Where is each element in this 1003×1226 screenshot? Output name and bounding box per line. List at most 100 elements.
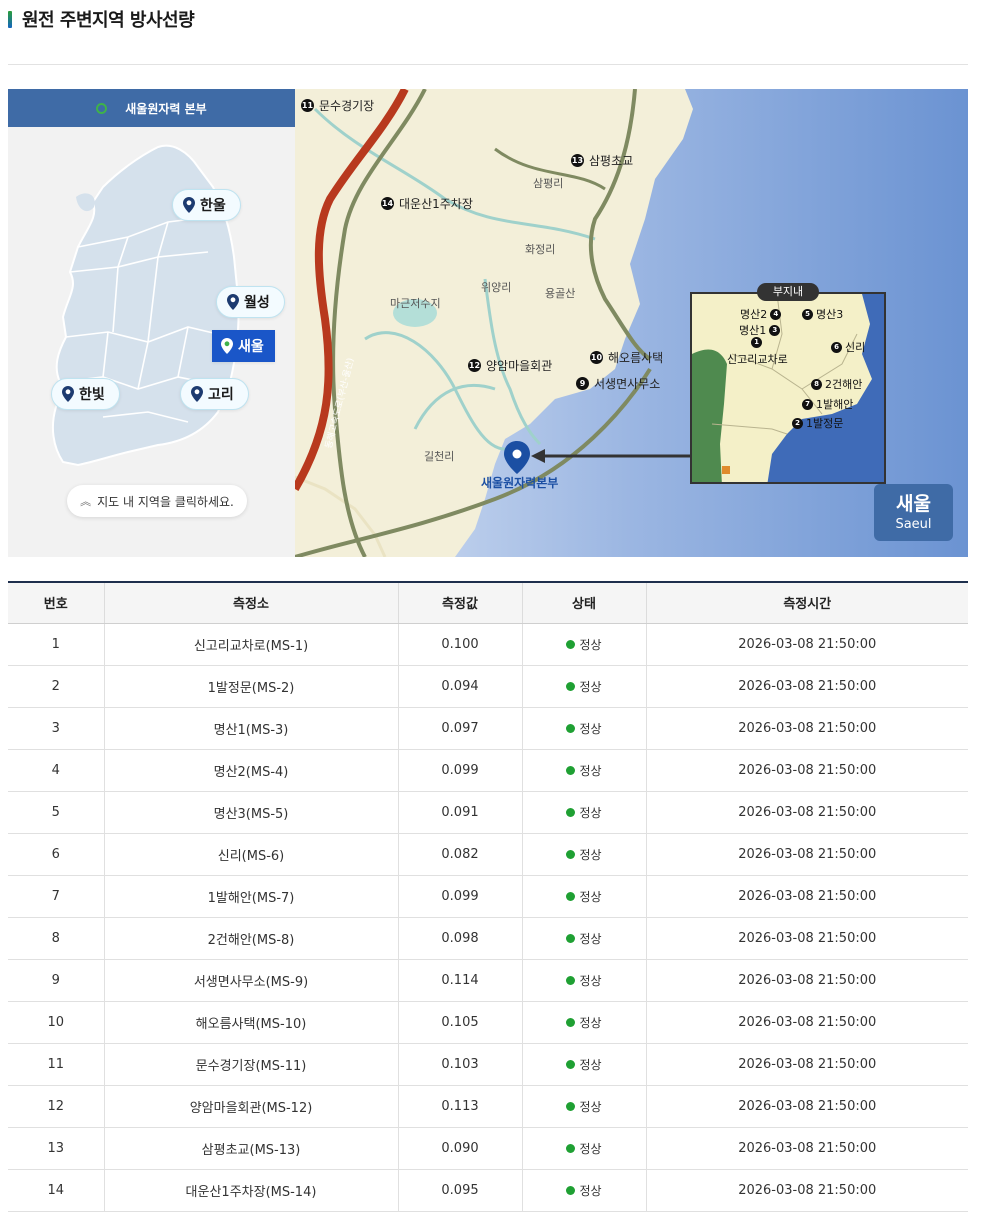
cell-status: 정상	[521, 665, 646, 708]
status-text: 정상	[579, 973, 602, 988]
cell-no: 4	[8, 749, 104, 792]
cell-value: 0.095	[397, 1169, 522, 1212]
table-row: 14 대운산1주차장(MS-14) 0.095 정상 2026-03-08 21:50:…	[8, 1169, 968, 1212]
status-dot-icon	[566, 639, 576, 649]
inset-title: 부지내	[757, 283, 819, 301]
cell-station: 2건해안(MS-8)	[103, 917, 398, 960]
cell-no: 7	[8, 875, 104, 918]
cell-value: 0.082	[397, 833, 522, 876]
status-badge: 정상	[566, 888, 602, 905]
cell-status: 정상	[521, 1127, 646, 1170]
cell-value: 0.098	[397, 917, 522, 960]
table-row: 4 명산2(MS-4) 0.099 정상 2026-03-08 21:50:00	[8, 749, 968, 792]
site-hanul-button[interactable]: 한울	[172, 189, 241, 221]
cell-station: 서생면사무소(MS-9)	[103, 959, 398, 1002]
status-text: 정상	[579, 721, 602, 736]
cell-no: 6	[8, 833, 104, 876]
station-marker-11[interactable]: 11 문수경기장	[301, 97, 374, 114]
site-wolsong-button[interactable]: 월성	[216, 286, 285, 318]
status-dot-icon	[566, 891, 576, 901]
cell-station: 양암마을회관(MS-12)	[103, 1085, 398, 1128]
inset-station-3[interactable]: 명산1 3	[739, 322, 783, 338]
site-label: 한빛	[79, 387, 105, 403]
status-badge: 정상	[566, 972, 602, 989]
station-marker-13[interactable]: 13 삼평초교	[571, 152, 633, 169]
cell-time: 2026-03-08 21:50:00	[645, 791, 968, 834]
inset-station-7[interactable]: 7 1발해안	[802, 396, 853, 412]
status-text: 정상	[579, 1057, 602, 1072]
cell-status: 정상	[521, 1085, 646, 1128]
col-header-value: 측정값	[397, 582, 522, 624]
cell-value: 0.099	[397, 749, 522, 792]
status-badge: 정상	[566, 762, 602, 779]
status-dot-icon	[566, 765, 576, 775]
site-label: 월성	[244, 295, 270, 311]
site-kori-button[interactable]: 고리	[180, 378, 249, 410]
inset-station-1[interactable]: 신고리교차로	[727, 351, 788, 367]
selected-plant-label: 새울원자력 본부	[125, 101, 207, 116]
cell-station: 삼평초교(MS-13)	[103, 1127, 398, 1170]
table-row: 13 삼평초교(MS-13) 0.090 정상 2026-03-08 21:50:00	[8, 1127, 968, 1170]
status-badge: 정상	[566, 636, 602, 653]
site-saeul-button[interactable]: 새울	[212, 330, 275, 362]
cell-time: 2026-03-08 21:50:00	[645, 833, 968, 876]
status-text: 정상	[579, 763, 602, 778]
place-label: 용골산	[545, 287, 576, 300]
station-marker-10[interactable]: 10 해오름사택	[590, 349, 663, 366]
cell-station: 명산2(MS-4)	[103, 749, 398, 792]
cell-status: 정상	[521, 707, 646, 750]
status-badge: 정상	[566, 1056, 602, 1073]
cell-status: 정상	[521, 959, 646, 1002]
station-marker-9[interactable]: 9 서생면사무소	[576, 375, 660, 392]
cell-no: 2	[8, 665, 104, 708]
table-row: 9 서생면사무소(MS-9) 0.114 정상 2026-03-08 21:50:00	[8, 959, 968, 1002]
station-marker-12[interactable]: 12 양암마을회관	[468, 357, 552, 374]
station-marker-14[interactable]: 14 대운산1주차장	[381, 195, 473, 212]
inset-station-4[interactable]: 명산2 4	[740, 306, 784, 322]
site-name-ko: 새울	[896, 493, 931, 515]
cell-time: 2026-03-08 21:50:00	[645, 1085, 968, 1128]
status-text: 정상	[579, 679, 602, 694]
cell-value: 0.105	[397, 1001, 522, 1044]
col-header-status: 상태	[521, 582, 646, 624]
table-row: 1 신고리교차로(MS-1) 0.100 정상 2026-03-08 21:50:00	[8, 623, 968, 666]
radiation-table: 번호 측정소 측정값 상태 측정시간 1 신고리교차로(MS-1) 0.100 정상 2…	[8, 581, 968, 1212]
cell-no: 14	[8, 1169, 104, 1212]
cell-no: 12	[8, 1085, 104, 1128]
cell-station: 명산1(MS-3)	[103, 707, 398, 750]
status-badge: 정상	[566, 804, 602, 821]
status-badge: 정상	[566, 1014, 602, 1031]
status-badge: 정상	[566, 1098, 602, 1115]
map-hint: ︽ 지도 내 지역을 클릭하세요.	[67, 485, 247, 517]
inset-station-6[interactable]: 6 신리	[831, 339, 865, 355]
cell-status: 정상	[521, 1001, 646, 1044]
cell-station: 1발해안(MS-7)	[103, 875, 398, 918]
status-dot-icon	[566, 933, 576, 943]
table-row: 6 신리(MS-6) 0.082 정상 2026-03-08 21:50:00	[8, 833, 968, 876]
site-name-en: Saeul	[895, 517, 932, 532]
site-label: 새울	[238, 339, 264, 355]
site-hanbit-button[interactable]: 한빛	[51, 378, 120, 410]
status-badge: 정상	[566, 930, 602, 947]
cell-station: 명산3(MS-5)	[103, 791, 398, 834]
cell-time: 2026-03-08 21:50:00	[645, 1001, 968, 1044]
cell-status: 정상	[521, 917, 646, 960]
inset-station-1-marker[interactable]: 1	[751, 337, 765, 348]
place-label: 화정리	[525, 243, 556, 256]
cell-station: 1발정문(MS-2)	[103, 665, 398, 708]
site-label: 한울	[200, 198, 226, 214]
cell-no: 1	[8, 623, 104, 666]
inset-station-5[interactable]: 5 명산3	[802, 306, 843, 322]
table-row: 3 명산1(MS-3) 0.097 정상 2026-03-08 21:50:00	[8, 707, 968, 750]
cell-time: 2026-03-08 21:50:00	[645, 917, 968, 960]
inset-station-2[interactable]: 2 1발정문	[792, 415, 843, 431]
status-badge: 정상	[566, 846, 602, 863]
map-hint-text: 지도 내 지역을 클릭하세요.	[97, 494, 234, 509]
status-badge: 정상	[566, 678, 602, 695]
cell-status: 정상	[521, 1169, 646, 1212]
inset-station-8[interactable]: 8 2건해안	[811, 376, 862, 392]
cell-value: 0.099	[397, 875, 522, 918]
cell-status: 정상	[521, 749, 646, 792]
title-accent-bar	[8, 10, 12, 28]
cell-status: 정상	[521, 1043, 646, 1086]
